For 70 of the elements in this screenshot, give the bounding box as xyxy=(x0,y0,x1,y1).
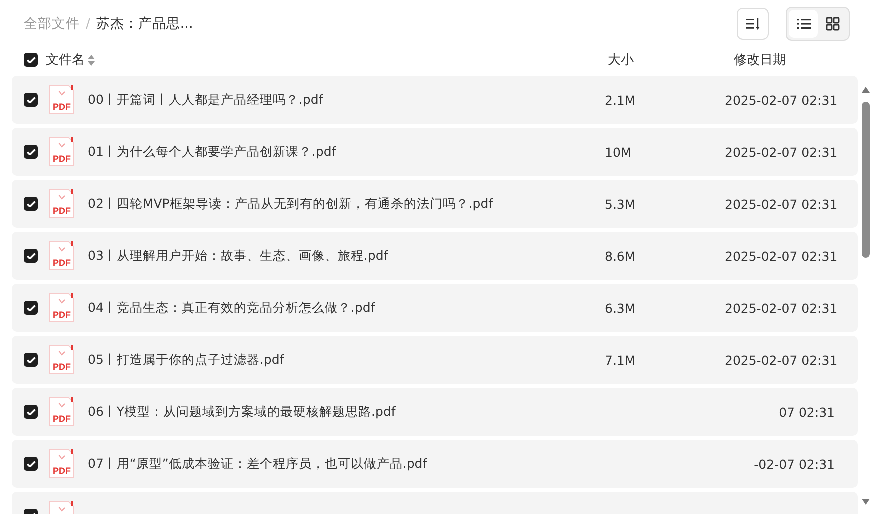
checkbox[interactable] xyxy=(24,93,38,107)
file-name: 03丨从理解用户开始：故事、生态、画像、旅程.pdf xyxy=(88,248,388,262)
sort-arrows-icon[interactable] xyxy=(88,54,95,66)
pdf-file-icon: PDF xyxy=(49,137,75,167)
file-size: 2.1M xyxy=(605,92,636,108)
checkbox[interactable] xyxy=(24,405,38,419)
breadcrumb-separator: / xyxy=(86,16,90,32)
checkbox[interactable] xyxy=(24,301,38,315)
sort-button[interactable] xyxy=(737,8,769,40)
column-header[interactable]: 大小 xyxy=(608,53,634,68)
file-row[interactable]: PDF 07丨用“原型”低成本验证：差个程序员，也可以做产品.pdf -02-07 02:31 xyxy=(12,440,858,488)
modified-date: 07 02:31 xyxy=(779,404,835,420)
file-name: 07丨用“原型”低成本验证：差个程序员，也可以做产品.pdf xyxy=(88,456,428,470)
file-name: 01丨为什么每个人都要学产品创新课？.pdf xyxy=(88,144,336,158)
file-row[interactable]: PDF 01丨为什么每个人都要学产品创新课？.pdf 10M 2025-02-07 02:31 xyxy=(12,128,858,176)
file-size: 10M xyxy=(605,144,632,160)
grid-icon xyxy=(826,17,840,31)
checkbox[interactable] xyxy=(24,353,38,367)
modified-date: 2025-02-07 02:31 xyxy=(725,144,838,160)
check-icon xyxy=(26,252,36,260)
scroll-up-icon[interactable] xyxy=(861,86,871,94)
file-name: 02丨四轮MVP框架导读：产品从无到有的创新，有通杀的法门吗？.pdf xyxy=(88,196,494,210)
checkbox[interactable] xyxy=(24,249,38,263)
file-row[interactable]: PDF 06丨Y模型：从问题域到方案域的最硬核解题思路.pdf 07 02:31 xyxy=(12,388,858,436)
file-row[interactable]: PDF 03丨从理解用户开始：故事、生态、画像、旅程.pdf 8.6M 2025-02-07 02:31 xyxy=(12,232,858,280)
pdf-file-icon: PDF xyxy=(49,449,75,479)
scroll-down-icon[interactable] xyxy=(861,498,871,506)
file-row[interactable]: PDF 04丨竞品生态：真正有效的竞品分析怎么做？.pdf 6.3M 2025-02-07 02:31 xyxy=(12,284,858,332)
sort-icon xyxy=(746,18,760,30)
file-row[interactable]: PDF 05丨打造属于你的点子过滤器.pdf 7.1M 2025-02-07 02:31 xyxy=(12,336,858,384)
checkbox[interactable] xyxy=(24,197,38,211)
modified-date: 2025-02-07 02:31 xyxy=(725,92,838,108)
check-icon xyxy=(26,460,36,468)
check-icon xyxy=(26,148,36,156)
pdf-file-icon: PDF xyxy=(49,85,75,115)
file-name: 06丨Y模型：从问题域到方案域的最硬核解题思路.pdf xyxy=(88,404,396,418)
file-size: 6.3M xyxy=(605,300,636,316)
check-icon xyxy=(26,200,36,208)
file-name: 05丨打造属于你的点子过滤器.pdf xyxy=(88,352,284,366)
pdf-file-icon: PDF xyxy=(49,397,75,427)
file-size: 8.6M xyxy=(605,248,636,264)
check-icon xyxy=(26,356,36,364)
checkbox[interactable] xyxy=(24,53,38,67)
modified-date: 2025-02-07 02:31 xyxy=(725,300,838,316)
pdf-file-icon: PDF xyxy=(49,189,75,219)
breadcrumb-item[interactable]: 苏杰：产品思... xyxy=(96,15,194,33)
list-icon xyxy=(796,18,810,30)
modified-date: 2025-02-07 02:31 xyxy=(725,196,838,212)
check-icon xyxy=(26,408,36,416)
pdf-file-icon: PDF xyxy=(49,345,75,375)
pdf-file-icon: PDF xyxy=(49,293,75,323)
check-icon xyxy=(26,96,36,104)
modified-date: 2025-02-07 02:31 xyxy=(725,248,838,264)
file-size: 7.1M xyxy=(605,352,636,368)
checkbox[interactable] xyxy=(24,145,38,159)
pdf-file-icon: PDF xyxy=(49,241,75,271)
file-row[interactable]: PDF 00丨开篇词丨人人都是产品经理吗？.pdf 2.1M 2025-02-07 02:31 xyxy=(12,76,858,124)
scrollbar-thumb[interactable] xyxy=(862,102,870,258)
file-name: 00丨开篇词丨人人都是产品经理吗？.pdf xyxy=(88,92,324,106)
file-size: 5.3M xyxy=(605,196,636,212)
modified-date: -02-07 02:31 xyxy=(754,456,835,472)
column-header[interactable]: 文件名 xyxy=(46,51,85,69)
column-header[interactable]: 修改日期 xyxy=(734,53,786,68)
check-icon xyxy=(26,304,36,312)
file-name: 04丨竞品生态：真正有效的竞品分析怎么做？.pdf xyxy=(88,300,376,314)
file-row[interactable]: PDF 02丨四轮MVP框架导读：产品从无到有的创新，有通杀的法门吗？.pdf 5.3M 2025-02-07 02:31 xyxy=(12,180,858,228)
checkbox[interactable] xyxy=(24,457,38,471)
modified-date: 2025-02-07 02:31 xyxy=(725,352,838,368)
check-icon xyxy=(26,56,36,64)
view-toggle-button[interactable] xyxy=(789,10,818,38)
